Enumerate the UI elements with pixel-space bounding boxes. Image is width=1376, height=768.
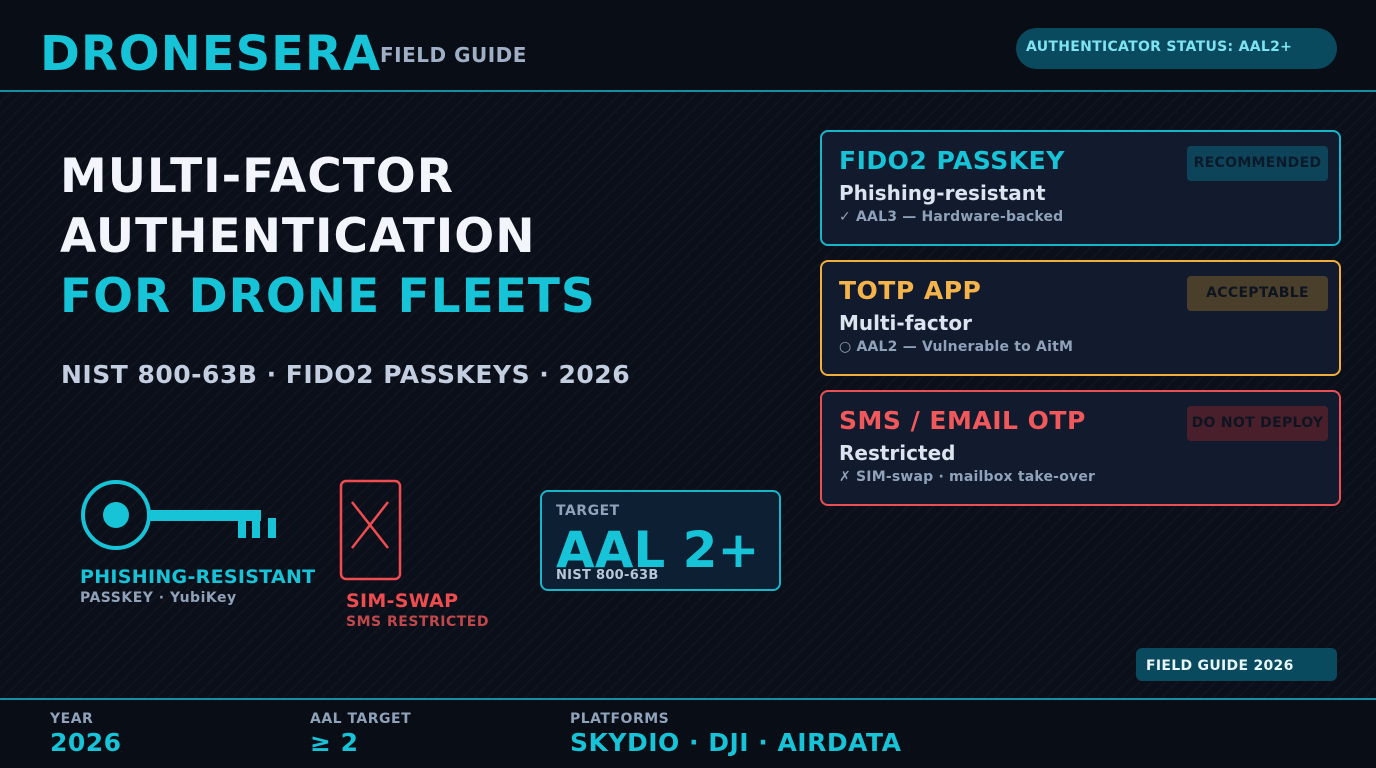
status-badge: ACCEPTABLE bbox=[1187, 276, 1328, 311]
field-guide-badge: FIELD GUIDE 2026 bbox=[1136, 648, 1337, 681]
hero-title-line-2: AUTHENTICATION bbox=[60, 209, 536, 264]
stat-year-label: YEAR bbox=[50, 711, 94, 727]
stat-aal-value: ≥ 2 bbox=[310, 728, 359, 757]
brand-logo: DRONESERA bbox=[40, 26, 382, 82]
method-card-sms-email: SMS / EMAIL OTP Restricted ✗ SIM-swap · … bbox=[820, 390, 1341, 506]
target-label: TARGET bbox=[556, 503, 620, 519]
hero-title-line-1: MULTI-FACTOR bbox=[60, 149, 454, 204]
card-note: ○ AAL2 — Vulnerable to AitM bbox=[839, 339, 1074, 355]
stat-year-value: 2026 bbox=[50, 728, 122, 757]
key-icon bbox=[81, 480, 276, 550]
stat-platforms-value: SKYDIO · DJI · AIRDATA bbox=[570, 728, 902, 757]
target-source: NIST 800-63B bbox=[556, 568, 659, 583]
status-badge: RECOMMENDED bbox=[1187, 146, 1328, 181]
phishing-resistant-sublabel: PASSKEY · YubiKey bbox=[80, 590, 237, 606]
hero-title-line-3: FOR DRONE FLEETS bbox=[60, 269, 596, 324]
card-title: SMS / EMAIL OTP bbox=[839, 406, 1086, 435]
brand-subtitle: FIELD GUIDE bbox=[380, 43, 527, 67]
status-badge: DO NOT DEPLOY bbox=[1187, 406, 1328, 441]
hero-subtitle: NIST 800-63B · FIDO2 PASSKEYS · 2026 bbox=[61, 360, 631, 389]
authenticator-status-badge: AUTHENTICATOR STATUS: AAL2+ bbox=[1016, 28, 1337, 69]
card-title: FIDO2 PASSKEY bbox=[839, 146, 1065, 175]
stat-aal-label: AAL TARGET bbox=[310, 711, 412, 727]
stat-platforms-label: PLATFORMS bbox=[570, 711, 670, 727]
footer-stats-bar: YEAR 2026 AAL TARGET ≥ 2 PLATFORMS SKYDI… bbox=[0, 698, 1376, 768]
card-subtitle: Phishing-resistant bbox=[839, 181, 1046, 205]
card-note: ✓ AAL3 — Hardware-backed bbox=[839, 209, 1064, 225]
card-subtitle: Restricted bbox=[839, 441, 956, 465]
phishing-resistant-label: PHISHING-RESISTANT bbox=[80, 566, 316, 588]
header-bar: DRONESERA FIELD GUIDE AUTHENTICATOR STAT… bbox=[0, 0, 1376, 92]
aal-target-panel: TARGET AAL 2+ NIST 800-63B bbox=[540, 490, 781, 591]
card-title: TOTP APP bbox=[839, 276, 982, 305]
crossed-phone-icon bbox=[339, 479, 402, 581]
method-card-fido2: FIDO2 PASSKEY Phishing-resistant ✓ AAL3 … bbox=[820, 130, 1341, 246]
sim-swap-sublabel: SMS RESTRICTED bbox=[346, 614, 489, 630]
method-card-totp: TOTP APP Multi-factor ○ AAL2 — Vulnerabl… bbox=[820, 260, 1341, 376]
sim-swap-label: SIM-SWAP bbox=[346, 590, 459, 612]
card-subtitle: Multi-factor bbox=[839, 311, 972, 335]
card-note: ✗ SIM-swap · mailbox take-over bbox=[839, 469, 1096, 485]
